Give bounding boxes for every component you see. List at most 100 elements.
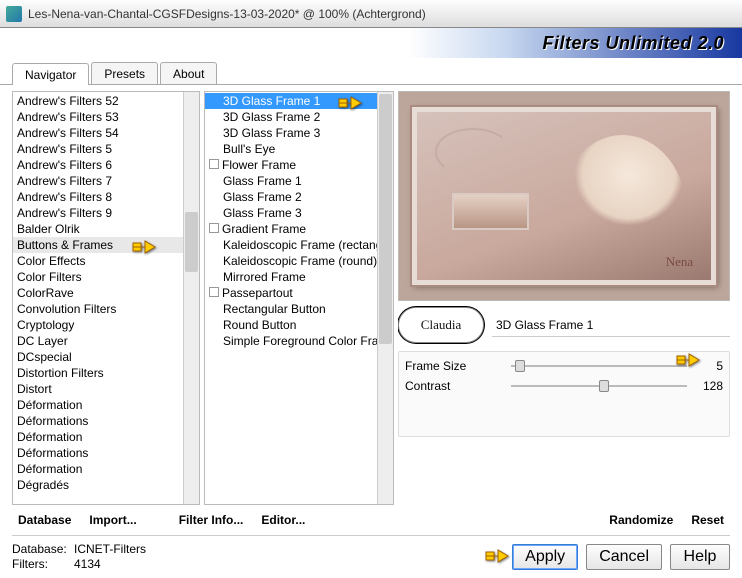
slider-track[interactable] <box>511 365 687 367</box>
list-item[interactable]: Mirrored Frame <box>205 269 377 285</box>
filter-listbox[interactable]: 3D Glass Frame 13D Glass Frame 23D Glass… <box>205 92 377 504</box>
list-item[interactable]: Balder Olrik <box>13 221 183 237</box>
list-item[interactable]: Passepartout <box>205 285 377 301</box>
pointer-icon <box>484 546 510 566</box>
list-item[interactable]: Simple Foreground Color Frame <box>205 333 377 349</box>
signature-text: Nena <box>666 254 693 270</box>
tab-strip: Navigator Presets About <box>0 58 742 85</box>
list-item[interactable]: Déformation <box>13 461 183 477</box>
preview-image: Nena <box>398 91 730 301</box>
list-item[interactable]: Déformation <box>13 429 183 445</box>
randomize-link[interactable]: Randomize <box>603 511 679 529</box>
list-item[interactable]: Convolution Filters <box>13 301 183 317</box>
inner-frame <box>452 193 528 230</box>
tab-presets[interactable]: Presets <box>91 62 158 84</box>
slider-thumb[interactable] <box>515 360 525 372</box>
filter-title-row: Claudia 3D Glass Frame 1 <box>398 305 730 345</box>
reset-link[interactable]: Reset <box>685 511 730 529</box>
filter-info-link[interactable]: Filter Info... <box>173 511 250 529</box>
preview-content: Nena <box>412 107 716 286</box>
author-badge: Claudia <box>398 307 484 343</box>
list-item[interactable]: Color Effects <box>13 253 183 269</box>
import-link[interactable]: Import... <box>83 511 142 529</box>
slider-contrast[interactable]: Contrast 128 <box>405 376 723 396</box>
filter-scrollbar[interactable] <box>377 92 393 504</box>
decoration-swirl <box>435 128 511 175</box>
list-item[interactable]: Andrew's Filters 52 <box>13 93 183 109</box>
titlebar[interactable]: Les-Nena-van-Chantal-CGSFDesigns-13-03-2… <box>0 0 742 28</box>
pointer-icon <box>337 93 363 113</box>
list-item[interactable]: Andrew's Filters 9 <box>13 205 183 221</box>
list-item[interactable]: Andrew's Filters 54 <box>13 125 183 141</box>
status-db-value: ICNET-Filters <box>74 542 146 556</box>
link-button-row: Database Import... Filter Info... Editor… <box>0 505 742 535</box>
list-item[interactable]: Glass Frame 3 <box>205 205 377 221</box>
category-listbox[interactable]: Andrew's Filters 52Andrew's Filters 53An… <box>13 92 183 504</box>
list-item[interactable]: Kaleidoscopic Frame (rectangular) <box>205 237 377 253</box>
list-item[interactable]: Andrew's Filters 8 <box>13 189 183 205</box>
tree-toggle-icon[interactable] <box>209 159 219 169</box>
scroll-thumb[interactable] <box>185 212 198 272</box>
status-filters-label: Filters: <box>12 557 74 571</box>
slider-track[interactable] <box>511 385 687 387</box>
list-item[interactable]: Gradient Frame <box>205 221 377 237</box>
apply-button[interactable]: Apply <box>512 544 578 570</box>
list-item[interactable]: Cryptology <box>13 317 183 333</box>
category-scrollbar[interactable] <box>183 92 199 504</box>
list-item[interactable]: DC Layer <box>13 333 183 349</box>
slider-value: 128 <box>693 379 723 393</box>
list-item[interactable]: Andrew's Filters 53 <box>13 109 183 125</box>
portrait-head <box>558 135 687 267</box>
list-item[interactable]: Flower Frame <box>205 157 377 173</box>
dialog-button-row: Database:ICNET-Filters Filters:4134 Appl… <box>0 536 742 577</box>
list-item[interactable]: Color Filters <box>13 269 183 285</box>
category-list-pane: Andrew's Filters 52Andrew's Filters 53An… <box>12 91 200 505</box>
cancel-button[interactable]: Cancel <box>586 544 662 570</box>
app-window: Les-Nena-van-Chantal-CGSFDesigns-13-03-2… <box>0 0 742 578</box>
list-item[interactable]: Bull's Eye <box>205 141 377 157</box>
app-icon <box>6 6 22 22</box>
list-item[interactable]: Déformations <box>13 445 183 461</box>
brand-text: Filters Unlimited 2.0 <box>542 33 724 54</box>
slider-label: Frame Size <box>405 359 505 373</box>
editor-link[interactable]: Editor... <box>255 511 311 529</box>
tree-toggle-icon[interactable] <box>209 287 219 297</box>
status-filters-value: 4134 <box>74 557 101 571</box>
list-item[interactable]: Distortion Filters <box>13 365 183 381</box>
list-item[interactable]: Glass Frame 2 <box>205 189 377 205</box>
slider-thumb[interactable] <box>599 380 609 392</box>
pointer-icon <box>675 350 701 370</box>
list-item[interactable]: Glass Frame 1 <box>205 173 377 189</box>
filter-list-pane: 3D Glass Frame 13D Glass Frame 23D Glass… <box>204 91 394 505</box>
list-item[interactable]: Andrew's Filters 7 <box>13 173 183 189</box>
window-title: Les-Nena-van-Chantal-CGSFDesigns-13-03-2… <box>28 7 426 21</box>
preview-pane: Nena Claudia 3D Glass Frame 1 Frame Size… <box>398 91 730 505</box>
main-area: Andrew's Filters 52Andrew's Filters 53An… <box>0 85 742 505</box>
help-button[interactable]: Help <box>670 544 730 570</box>
list-item[interactable]: 3D Glass Frame 3 <box>205 125 377 141</box>
database-link[interactable]: Database <box>12 511 77 529</box>
current-filter-title: 3D Glass Frame 1 <box>492 314 730 337</box>
list-item[interactable]: Distort <box>13 381 183 397</box>
brand-bar: Filters Unlimited 2.0 <box>0 28 742 58</box>
status-db-label: Database: <box>12 542 74 556</box>
list-item[interactable]: Rectangular Button <box>205 301 377 317</box>
list-item[interactable]: ColorRave <box>13 285 183 301</box>
status-bar: Database:ICNET-Filters Filters:4134 <box>12 542 504 571</box>
list-item[interactable]: Buttons & Frames <box>13 237 183 253</box>
pointer-icon <box>131 237 157 257</box>
sliders-panel: Frame Size 5 Contrast 128 <box>398 351 730 437</box>
list-item[interactable]: Déformation <box>13 397 183 413</box>
list-item[interactable]: Andrew's Filters 5 <box>13 141 183 157</box>
list-item[interactable]: Dégradés <box>13 477 183 493</box>
tab-about[interactable]: About <box>160 62 217 84</box>
list-item[interactable]: Round Button <box>205 317 377 333</box>
list-item[interactable]: Andrew's Filters 6 <box>13 157 183 173</box>
tree-toggle-icon[interactable] <box>209 223 219 233</box>
tab-navigator[interactable]: Navigator <box>12 63 89 85</box>
list-item[interactable]: Déformations <box>13 413 183 429</box>
list-item[interactable]: Kaleidoscopic Frame (round) <box>205 253 377 269</box>
list-item[interactable]: DCspecial <box>13 349 183 365</box>
scroll-thumb[interactable] <box>379 94 392 344</box>
slider-label: Contrast <box>405 379 505 393</box>
